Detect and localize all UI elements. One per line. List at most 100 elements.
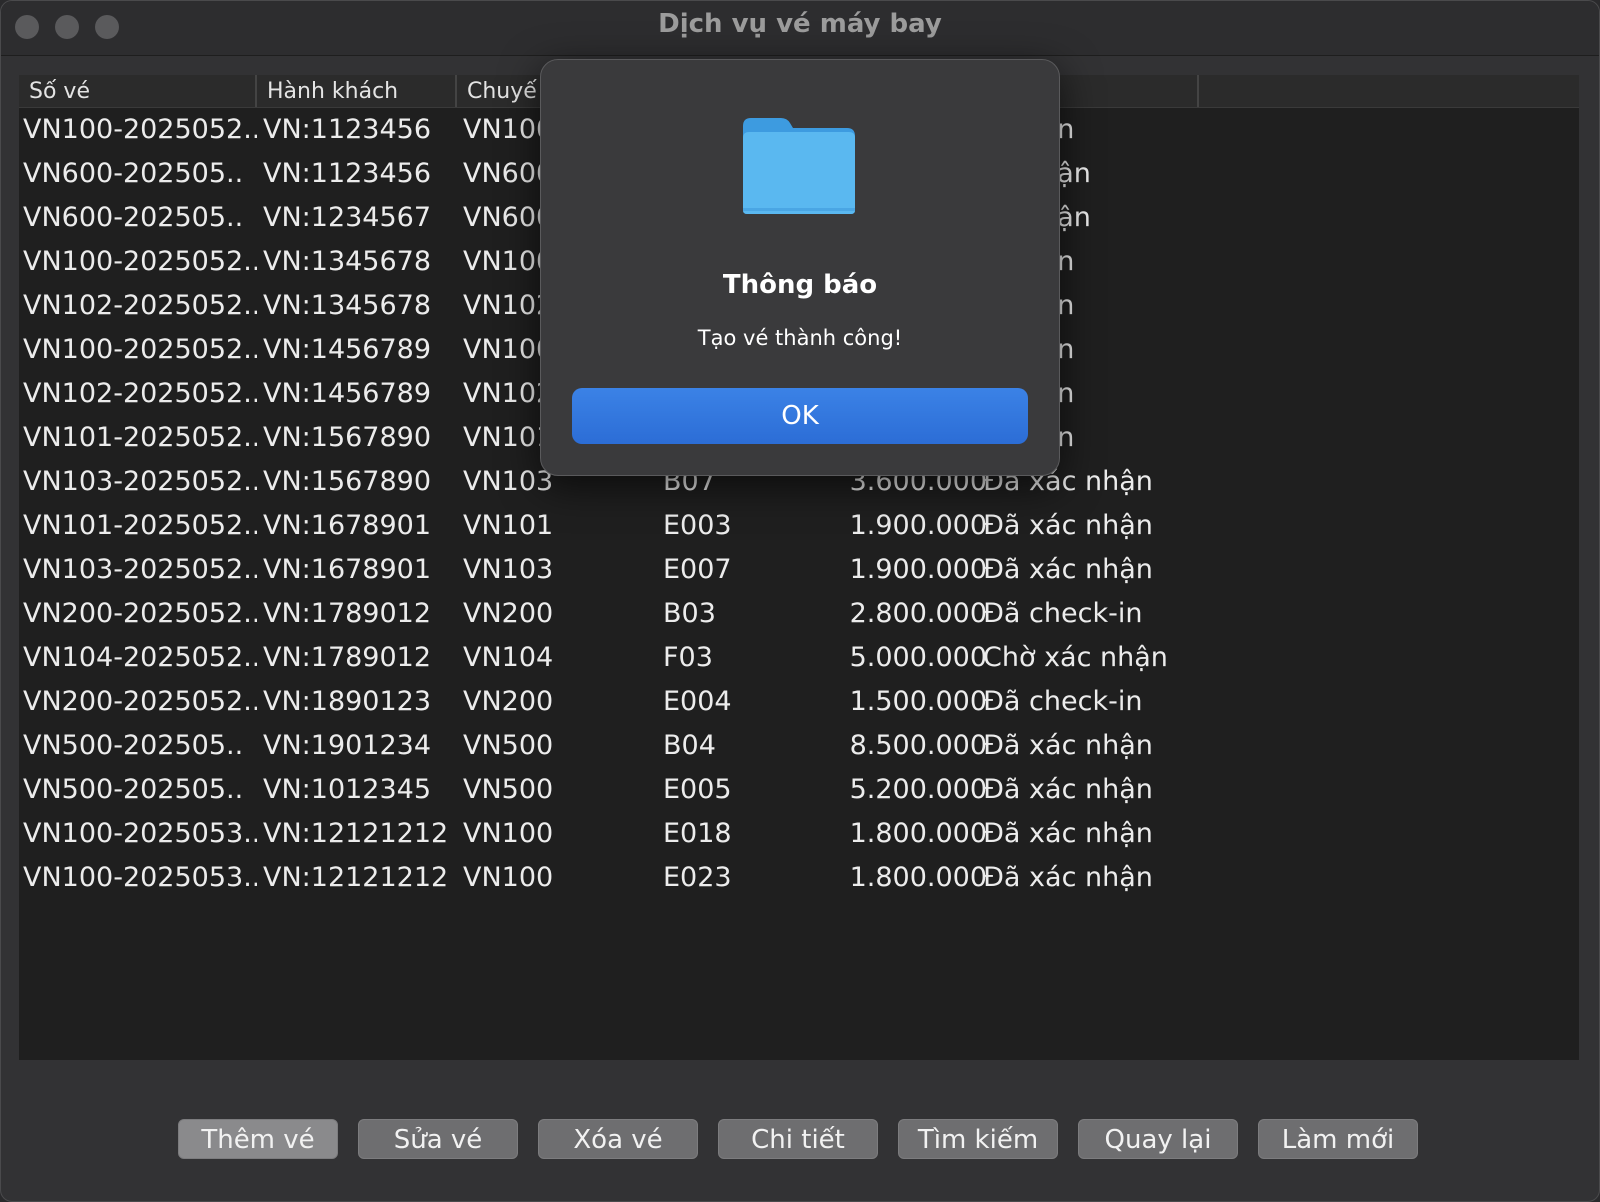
app-window: Dịch vụ vé máy bay Số vé Hành khách Chuy… [0,0,1600,1202]
cell-price: 1.800.000 [849,818,987,849]
cell-ticket-no: VN100-2025052.. [23,114,257,145]
cell-flight: VN500 [463,774,554,805]
folder-icon [743,118,855,214]
window-title: Dịch vụ vé máy bay [658,9,942,39]
notification-dialog: Thông báo Tạo vé thành công! OK [540,59,1060,476]
table-row[interactable]: VN200-2025052.. VN:1789012 VN200 B03 2.800.0… [19,592,1579,636]
cell-passenger: VN:1678901 [263,554,432,585]
cell-ticket-no: VN100-2025052.. [23,334,257,365]
table-row[interactable]: VN500-202505.. VN:1901234 VN500 B04 8.500.00… [19,724,1579,768]
table-row[interactable]: VN200-2025052.. VN:1890123 VN200 E004 1.500.… [19,680,1579,724]
cell-passenger: VN:1345678 [263,290,432,321]
details-button[interactable]: Chi tiết [718,1119,878,1159]
cell-passenger: VN:1123456 [263,114,432,145]
title-bar: Dịch vụ vé máy bay [1,1,1599,56]
cell-passenger: VN:12121212 [263,818,449,849]
refresh-button[interactable]: Làm mới [1258,1119,1418,1159]
cell-status: Đã xác nhận [983,774,1153,805]
cell-flight: VN100 [463,862,554,893]
cell-status: Chờ xác nhận [983,642,1168,673]
cell-passenger: VN:1456789 [263,378,432,409]
cell-ticket-no: VN200-2025052.. [23,598,257,629]
cell-price: 1.500.000 [849,686,987,717]
cell-ticket-no: VN102-2025052.. [23,378,257,409]
cell-passenger: VN:1901234 [263,730,432,761]
cell-seat: B04 [663,730,716,761]
action-button-bar: Thêm vé Sửa vé Xóa vé Chi tiết Tìm kiếm Quay … [1,1119,1599,1161]
cell-seat: E004 [663,686,732,717]
cell-status: Đã xác nhận [983,554,1153,585]
cell-passenger: VN:1345678 [263,246,432,277]
cell-status: Đã check-in [983,686,1143,717]
cell-ticket-no: VN100-2025053.. [23,862,257,893]
cell-flight: VN500 [463,730,554,761]
cell-flight: VN200 [463,598,554,629]
cell-passenger: VN:1789012 [263,642,432,673]
cell-ticket-no: VN600-202505.. [23,158,244,189]
cell-flight: VN200 [463,686,554,717]
dialog-message: Tạo vé thành công! [697,326,903,350]
cell-seat: E007 [663,554,732,585]
column-header-passenger[interactable]: Hành khách [257,75,457,107]
cell-price: 1.800.000 [849,862,987,893]
cell-seat: E023 [663,862,732,893]
cell-ticket-no: VN100-2025052.. [23,246,257,277]
table-row[interactable]: VN100-2025053.. VN:12121212 VN100 E018 1.800… [19,812,1579,856]
cell-status: Đã xác nhận [983,730,1153,761]
dialog-title: Thông báo [722,270,878,300]
cell-price: 5.000.000 [849,642,987,673]
cell-passenger: VN:1123456 [263,158,432,189]
cell-passenger: VN:12121212 [263,862,449,893]
cell-flight: VN104 [463,642,554,673]
cell-ticket-no: VN104-2025052.. [23,642,257,673]
column-header-filler [1199,75,1579,107]
cell-passenger: VN:1890123 [263,686,432,717]
cell-status: Đã check-in [983,598,1143,629]
cell-seat: E005 [663,774,732,805]
cell-seat: B03 [663,598,716,629]
cell-ticket-no: VN101-2025052.. [23,510,257,541]
cell-seat: E018 [663,818,732,849]
table-row[interactable]: VN500-202505.. VN:1012345 VN500 E005 5.200.0… [19,768,1579,812]
cell-ticket-no: VN103-2025052.. [23,554,257,585]
edit-ticket-button[interactable]: Sửa vé [358,1119,518,1159]
cell-passenger: VN:1678901 [263,510,432,541]
cell-flight: VN103 [463,554,554,585]
cell-ticket-no: VN500-202505.. [23,730,244,761]
back-button[interactable]: Quay lại [1078,1119,1238,1159]
cell-passenger: VN:1567890 [263,466,432,497]
cell-price: 5.200.000 [849,774,987,805]
ok-button[interactable]: OK [572,388,1028,444]
cell-ticket-no: VN102-2025052.. [23,290,257,321]
cell-price: 8.500.000 [849,730,987,761]
cell-passenger: VN:1234567 [263,202,432,233]
cell-passenger: VN:1789012 [263,598,432,629]
cell-status: Đã xác nhận [983,818,1153,849]
cell-status: Đã xác nhận [983,862,1153,893]
cell-seat: E003 [663,510,732,541]
column-header-ticket-no[interactable]: Số vé [19,75,257,107]
cell-ticket-no: VN500-202505.. [23,774,244,805]
table-row[interactable]: VN103-2025052.. VN:1678901 VN103 E007 1.900.… [19,548,1579,592]
table-row[interactable]: VN101-2025052.. VN:1678901 VN101 E003 1.900.… [19,504,1579,548]
cell-passenger: VN:1567890 [263,422,432,453]
cell-ticket-no: VN600-202505.. [23,202,244,233]
cell-price: 1.900.000 [849,554,987,585]
cell-passenger: VN:1456789 [263,334,432,365]
table-row[interactable]: VN104-2025052.. VN:1789012 VN104 F03 5.000.0… [19,636,1579,680]
cell-ticket-no: VN101-2025052.. [23,422,257,453]
cell-price: 1.900.000 [849,510,987,541]
delete-ticket-button[interactable]: Xóa vé [538,1119,698,1159]
cell-ticket-no: VN200-2025052.. [23,686,257,717]
cell-status: Đã xác nhận [983,510,1153,541]
cell-ticket-no: VN100-2025053.. [23,818,257,849]
cell-passenger: VN:1012345 [263,774,432,805]
cell-flight: VN100 [463,818,554,849]
search-button[interactable]: Tìm kiếm [898,1119,1058,1159]
add-ticket-button[interactable]: Thêm vé [178,1119,338,1159]
cell-ticket-no: VN103-2025052.. [23,466,257,497]
cell-price: 2.800.000 [849,598,987,629]
cell-flight: VN101 [463,510,554,541]
cell-seat: F03 [663,642,713,673]
table-row[interactable]: VN100-2025053.. VN:12121212 VN100 E023 1.800… [19,856,1579,900]
